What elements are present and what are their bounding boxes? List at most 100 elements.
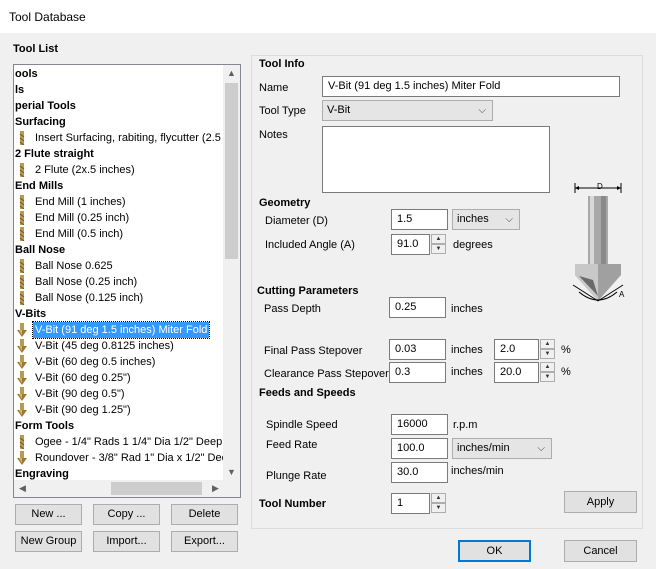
cutting-parameters-heading: Cutting Parameters xyxy=(257,285,359,297)
flat-bit-icon xyxy=(19,195,25,209)
vbit-icon xyxy=(17,355,27,369)
spindle-speed-units: r.p.m xyxy=(453,419,478,431)
tree-tool-label: Ball Nose (0.25 inch) xyxy=(35,276,138,288)
tool-info-heading: Tool Info xyxy=(259,58,305,70)
apply-button[interactable]: Apply xyxy=(564,491,637,513)
new-group-button[interactable]: New Group xyxy=(15,531,82,552)
chevron-down-icon: ⌵ xyxy=(537,443,545,454)
spin-down-icon[interactable]: ▼ xyxy=(540,372,555,382)
angle-units-label: degrees xyxy=(453,239,493,251)
cancel-button[interactable]: Cancel xyxy=(564,540,637,562)
ok-button[interactable]: OK xyxy=(458,540,531,562)
clearance-pass-stepover-label: Clearance Pass Stepover xyxy=(264,368,389,380)
scroll-right-arrow-icon[interactable]: ▶ xyxy=(207,480,224,497)
tree-group-row[interactable]: ls xyxy=(15,82,24,98)
tree-horizontal-scrollbar[interactable]: ◀ ▶ xyxy=(14,480,224,497)
spin-up-icon[interactable]: ▲ xyxy=(540,362,555,372)
chevron-down-icon: ⌵ xyxy=(505,214,513,225)
clearance-pass-percent-field[interactable]: 20.0 xyxy=(494,362,539,383)
included-angle-field[interactable]: 91.0 xyxy=(391,234,430,255)
diagram-a-label: A xyxy=(619,290,625,299)
tree-group-row[interactable]: Ball Nose xyxy=(15,242,65,258)
feed-rate-field[interactable]: 100.0 xyxy=(391,438,448,459)
flat-bit-icon xyxy=(19,435,25,449)
diameter-field[interactable]: 1.5 xyxy=(391,209,448,230)
import-button[interactable]: Import... xyxy=(93,531,160,552)
tree-tool-label: V-Bit (45 deg 0.8125 inches) xyxy=(35,340,174,352)
name-label: Name xyxy=(259,82,289,94)
flat-bit-icon xyxy=(19,259,25,273)
pass-depth-label: Pass Depth xyxy=(264,303,321,315)
tree-tool-label: V-Bit (60 deg 0.25") xyxy=(35,372,131,384)
vbit-icon xyxy=(17,387,27,401)
feed-rate-units-select[interactable]: inches/min ⌵ xyxy=(452,438,552,459)
scroll-up-arrow-icon[interactable]: ▲ xyxy=(223,65,240,82)
tree-tool-label: Insert Surfacing, rabiting, flycutter (2… xyxy=(35,132,221,144)
spin-down-icon[interactable]: ▼ xyxy=(431,503,446,513)
tool-tree[interactable]: ools ls perial Tools Surfacing Insert Surfac… xyxy=(13,64,241,498)
tree-tool-label: End Mill (1 inches) xyxy=(35,196,126,208)
new-tool-button[interactable]: New ... xyxy=(15,504,82,525)
tree-group-row[interactable]: V-Bits xyxy=(15,306,46,322)
tree-group-row[interactable]: ools xyxy=(15,66,38,82)
window-title: Tool Database xyxy=(9,10,86,24)
tree-tool-label: End Mill (0.5 inch) xyxy=(35,228,124,240)
tree-group-row[interactable]: 2 Flute straight xyxy=(15,146,94,162)
spin-down-icon[interactable]: ▼ xyxy=(540,349,555,359)
tree-tool-label: Ogee - 1/4" Rads 1 1/4" Dia 1/2" Deep xyxy=(35,436,223,448)
final-pass-percent-sign: % xyxy=(561,344,571,356)
spin-up-icon[interactable]: ▲ xyxy=(431,493,446,503)
clearance-pass-percent-sign: % xyxy=(561,366,571,378)
tool-tree-rows: ools ls perial Tools Surfacing Insert Surfac… xyxy=(15,66,225,482)
pass-depth-field[interactable]: 0.25 xyxy=(389,297,446,318)
tool-list-heading: Tool List xyxy=(13,43,59,55)
tool-type-value: V-Bit xyxy=(327,104,351,116)
flat-bit-icon xyxy=(19,291,25,305)
export-button[interactable]: Export... xyxy=(171,531,238,552)
scroll-thumb-horizontal[interactable] xyxy=(111,482,202,495)
tree-group-row[interactable]: End Mills xyxy=(15,178,63,194)
clearance-pass-units: inches xyxy=(451,366,483,378)
vbit-icon xyxy=(17,339,27,353)
spindle-speed-label: Spindle Speed xyxy=(266,419,338,431)
tree-tool-label: Ball Nose 0.625 xyxy=(35,260,113,272)
tree-tool-label: Roundover - 3/8" Rad 1" Dia x 1/2" Dee xyxy=(35,452,225,464)
final-pass-percent-spinner[interactable]: ▲ ▼ xyxy=(540,339,555,360)
tree-tool-label: Ball Nose (0.125 inch) xyxy=(35,292,144,304)
plunge-rate-label: Plunge Rate xyxy=(266,470,327,482)
vbit-icon xyxy=(17,451,27,465)
plunge-rate-units: inches/min xyxy=(451,465,504,477)
copy-tool-button[interactable]: Copy ... xyxy=(93,504,160,525)
tool-number-field[interactable]: 1 xyxy=(391,493,430,514)
clearance-pass-percent-spinner[interactable]: ▲ ▼ xyxy=(540,362,555,383)
final-pass-stepover-field[interactable]: 0.03 xyxy=(389,339,446,360)
tool-type-label: Tool Type xyxy=(259,105,306,117)
delete-tool-button[interactable]: Delete xyxy=(171,504,238,525)
vbit-icon xyxy=(17,371,27,385)
tree-group-row[interactable]: Surfacing xyxy=(15,114,66,130)
final-pass-percent-field[interactable]: 2.0 xyxy=(494,339,539,360)
spin-down-icon[interactable]: ▼ xyxy=(431,244,446,254)
tree-tool-label: V-Bit (90 deg 1.25") xyxy=(35,404,131,416)
scroll-thumb[interactable] xyxy=(225,83,238,259)
spin-up-icon[interactable]: ▲ xyxy=(540,339,555,349)
spindle-speed-field[interactable]: 16000 xyxy=(391,414,448,435)
flat-bit-icon xyxy=(19,163,25,177)
notes-field[interactable] xyxy=(322,126,550,193)
included-angle-spinner[interactable]: ▲ ▼ xyxy=(431,234,446,255)
tool-number-spinner[interactable]: ▲ ▼ xyxy=(431,493,446,514)
scroll-down-arrow-icon[interactable]: ▼ xyxy=(223,464,240,481)
scroll-left-arrow-icon[interactable]: ◀ xyxy=(14,480,31,497)
feed-rate-label: Feed Rate xyxy=(266,439,318,451)
name-field[interactable]: V-Bit (91 deg 1.5 inches) Miter Fold xyxy=(322,76,620,97)
tree-group-row[interactable]: Form Tools xyxy=(15,418,74,434)
plunge-rate-field[interactable]: 30.0 xyxy=(391,462,448,483)
tree-group-row[interactable]: perial Tools xyxy=(15,98,76,114)
diameter-units-select[interactable]: inches ⌵ xyxy=(452,209,520,230)
tool-type-select[interactable]: V-Bit ⌵ xyxy=(322,100,493,121)
spin-up-icon[interactable]: ▲ xyxy=(431,234,446,244)
tree-vertical-scrollbar[interactable]: ▲ ▼ xyxy=(223,65,240,481)
clearance-pass-stepover-field[interactable]: 0.3 xyxy=(389,362,446,383)
flat-bit-icon xyxy=(19,131,25,145)
tree-tool-label: V-Bit (60 deg 0.5 inches) xyxy=(35,356,156,368)
